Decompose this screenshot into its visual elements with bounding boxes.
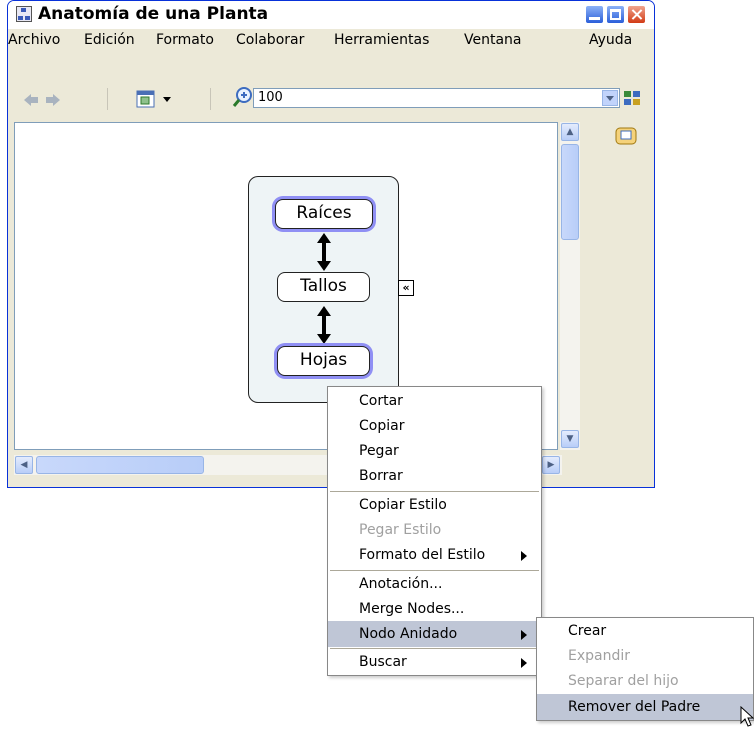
mouse-cursor-icon — [740, 706, 754, 727]
maximize-button[interactable] — [606, 5, 625, 24]
submenu-arrow-icon — [521, 551, 527, 561]
menu-item-copiar-estilo[interactable]: Copiar Estilo — [328, 492, 541, 518]
collapse-button[interactable]: « — [398, 280, 414, 296]
close-button[interactable] — [627, 5, 646, 24]
menu-item-copiar[interactable]: Copiar — [328, 413, 541, 439]
tool-palette-icon[interactable] — [622, 88, 644, 108]
concept-node-hojas[interactable]: Hojas — [277, 346, 370, 376]
menu-colaborar[interactable]: Colaborar — [236, 32, 304, 48]
context-menu: Cortar Copiar Pegar Borrar Copiar Estilo… — [327, 386, 542, 676]
submenu-item-remover-padre[interactable]: Remover del Padre — [537, 694, 753, 720]
submenu-item-expandir: Expandir — [568, 648, 631, 664]
vertical-scrollbar[interactable]: ▲ ▼ — [560, 122, 580, 450]
scroll-left-button[interactable]: ◀ — [15, 456, 33, 474]
close-icon — [631, 9, 642, 20]
scroll-down-button[interactable]: ▼ — [561, 430, 579, 448]
menu-archivo[interactable]: Archivo — [8, 32, 60, 48]
menu-item-pegar[interactable]: Pegar — [328, 438, 541, 464]
cmap-app-icon — [16, 6, 32, 22]
concept-node-raices[interactable]: Raíces — [275, 199, 373, 229]
back-arrow-icon — [24, 94, 38, 106]
minimize-icon — [589, 16, 600, 20]
menu-item-cortar[interactable]: Cortar — [328, 388, 541, 414]
submenu-arrow-icon — [521, 658, 527, 668]
nested-node-submenu: Crear Expandir Separar del hijo Remover … — [536, 617, 754, 721]
menu-ventana[interactable]: Ventana — [464, 32, 522, 48]
menu-item-label: Buscar — [359, 654, 407, 670]
menu-formato[interactable]: Formato — [156, 32, 214, 48]
collaboration-icon[interactable] — [614, 126, 638, 148]
vertical-scroll-thumb[interactable] — [561, 144, 579, 240]
toolbar-divider — [107, 88, 108, 110]
double-arrow-icon — [317, 306, 331, 344]
menu-item-nodo-anidado[interactable]: Nodo Anidado — [328, 621, 541, 647]
minimize-button[interactable] — [585, 5, 604, 24]
zoom-icon[interactable] — [232, 86, 254, 108]
scroll-up-button[interactable]: ▲ — [561, 123, 579, 141]
submenu-arrow-icon — [521, 630, 527, 640]
zoom-field[interactable]: 100 — [253, 88, 620, 108]
menu-ayuda[interactable]: Ayuda — [589, 32, 632, 48]
toolbar-divider-2 — [210, 88, 211, 110]
menu-herramientas[interactable]: Herramientas — [334, 32, 429, 48]
menu-item-merge-nodes[interactable]: Merge Nodes... — [328, 596, 541, 622]
double-arrow-icon — [317, 233, 331, 271]
chevron-down-icon — [606, 96, 614, 101]
scroll-right-button[interactable]: ▶ — [542, 456, 560, 474]
zoom-dropdown-button[interactable] — [602, 90, 618, 106]
menu-item-pegar-estilo: Pegar Estilo — [359, 522, 442, 538]
forward-arrow-icon — [46, 94, 60, 106]
menu-bar: Archivo Edición Formato Colaborar Herram… — [8, 29, 654, 51]
horizontal-scroll-thumb[interactable] — [36, 456, 204, 474]
concept-node-tallos[interactable]: Tallos — [277, 272, 370, 302]
menu-item-label: Formato del Estilo — [359, 547, 486, 563]
menu-item-buscar[interactable]: Buscar — [328, 649, 541, 675]
menu-item-label: Nodo Anidado — [359, 626, 458, 642]
zoom-value: 100 — [258, 90, 283, 105]
menu-edicion[interactable]: Edición — [84, 32, 135, 48]
title-bar[interactable]: Anatomía de una Planta — [8, 1, 654, 30]
maximize-icon — [610, 9, 621, 20]
window-title: Anatomía de una Planta — [38, 4, 269, 24]
chevron-down-icon — [163, 97, 171, 102]
menu-item-formato-estilo[interactable]: Formato del Estilo — [328, 542, 541, 568]
views-icon[interactable] — [136, 88, 176, 110]
back-forward-icons — [24, 94, 60, 106]
menu-item-borrar[interactable]: Borrar — [328, 463, 541, 489]
menu-item-anotacion[interactable]: Anotación... — [328, 571, 541, 597]
submenu-item-separar-hijo: Separar del hijo — [568, 673, 679, 689]
submenu-item-crear[interactable]: Crear — [537, 618, 753, 644]
